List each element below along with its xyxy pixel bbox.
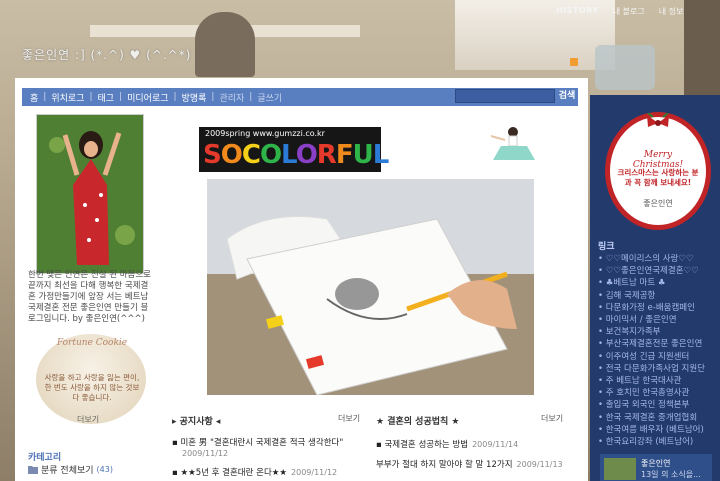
notice-post-row[interactable]: ▪ ★★5년 후 결혼대란 온다★★ 2009/11/12 bbox=[172, 466, 337, 478]
girl-figure-icon bbox=[490, 127, 535, 160]
banner-letter: O bbox=[220, 140, 243, 170]
success-post-row[interactable]: ▪ 국제결혼 성공하는 방법 2009/11/14 bbox=[376, 438, 518, 450]
success-post-title[interactable]: 국제결혼 성공하는 방법 bbox=[384, 440, 468, 450]
recent-card-name: 좋은인연 bbox=[641, 459, 671, 468]
notice-title: ▸ 공지사항 ◂ bbox=[172, 417, 221, 427]
nav-separator: | bbox=[89, 92, 93, 102]
my-info-link[interactable]: 내 정보 bbox=[659, 6, 684, 17]
category-title: 카테고리 bbox=[28, 453, 62, 463]
christmas-card-title: Merry Christmas! bbox=[632, 150, 684, 170]
banner-top-text: 2009spring www.gumzzi.co.kr bbox=[205, 129, 325, 138]
sidebar-link[interactable]: • 한국요리강좌 (베트남어) bbox=[598, 435, 693, 447]
sidebar-link[interactable]: • ♡♡좋은인연국제결혼♡♡ bbox=[598, 264, 699, 276]
success-title: ★ 결혼의 성공법칙 ★ bbox=[376, 417, 460, 427]
ribbon-icon bbox=[645, 112, 671, 133]
banner-letter: L bbox=[372, 140, 390, 170]
sidebar-link[interactable]: • 주 호치민 한국총영사관 bbox=[598, 386, 689, 398]
nav-admin[interactable]: 관리자 bbox=[219, 91, 244, 104]
banner-letter: O bbox=[295, 140, 318, 170]
nav-guestbook[interactable]: 방명록 bbox=[182, 91, 207, 104]
links-title: 링크 bbox=[598, 242, 615, 252]
notice-post-date: 2009/11/12 bbox=[182, 449, 228, 459]
fortune-cookie-text: 사랑을 하고 사랑을 잃는 편이, 한 번도 사랑을 하지 않는 것보다 좋습니… bbox=[44, 373, 140, 402]
nav-media-log[interactable]: 미디어로그 bbox=[127, 91, 168, 104]
notice-post-title[interactable]: ★★5년 후 결혼대란 온다★★ bbox=[180, 468, 287, 478]
sidebar-link[interactable]: • 부산국제결혼전문 좋은인연 bbox=[598, 337, 702, 349]
success-post-date: 2009/11/13 bbox=[516, 460, 563, 469]
notice-post-title[interactable]: 미혼 男 "결혼대란시 국제결혼 적극 생각한다" bbox=[180, 438, 343, 448]
banner-letter: R bbox=[316, 140, 337, 170]
banner-letter: O bbox=[259, 140, 282, 170]
profile-intro: 한번 맺은 인연은 진실 된 마음으로 끝까지 최선을 다해 행복한 국제결혼 … bbox=[28, 270, 151, 324]
success-post-title[interactable]: 부부가 절대 하지 말아야 할 말 12가지 bbox=[376, 460, 513, 470]
profile-painting-icon bbox=[37, 115, 143, 273]
category-all-count: (43) bbox=[96, 465, 113, 474]
folder-icon bbox=[28, 466, 38, 474]
success-title-text: 결혼의 성공법칙 bbox=[387, 417, 449, 427]
sidebar-link[interactable]: • 김해 국제공항 bbox=[598, 289, 655, 301]
nav-separator: | bbox=[249, 92, 253, 102]
recent-card-text: 13일 의 소식을... bbox=[641, 470, 701, 479]
nav-tag[interactable]: 태그 bbox=[98, 91, 115, 104]
header-photo-person bbox=[195, 12, 255, 77]
nav-separator: | bbox=[43, 92, 47, 102]
category-all[interactable]: 분류 전체보기 (43) bbox=[28, 463, 113, 476]
sidebar-link[interactable]: • ♣베트남 마트 ♣ bbox=[598, 276, 665, 288]
profile-image bbox=[36, 114, 144, 274]
sidebar-link[interactable]: • ♡♡메이리스의 사랑♡♡ bbox=[598, 252, 694, 264]
nav-separator: | bbox=[211, 92, 215, 102]
banner-letter: S bbox=[203, 140, 222, 170]
search-button[interactable]: 검색 bbox=[557, 89, 577, 103]
socolorful-banner[interactable]: 2009spring www.gumzzi.co.kr SOCOLORFUL bbox=[199, 127, 389, 172]
christmas-card-text: 크리스마스는 사랑하는 분과 꼭 함께 보내세요! bbox=[617, 168, 699, 187]
nav-write[interactable]: 글쓰기 bbox=[257, 91, 282, 104]
nav-location-log[interactable]: 위치로그 bbox=[51, 91, 84, 104]
sidebar-link[interactable]: • 전국 다문화가족사업 지원단 bbox=[598, 362, 705, 374]
nav-separator: | bbox=[119, 92, 123, 102]
success-post-date: 2009/11/14 bbox=[472, 440, 519, 449]
fortune-cookie-more[interactable]: 더보기 bbox=[77, 414, 99, 425]
nav-home[interactable]: 홈 bbox=[30, 91, 38, 104]
rss-icon[interactable] bbox=[570, 58, 578, 66]
notice-title-text: 공지사항 bbox=[179, 417, 213, 427]
sidebar-link[interactable]: • 마이믹서 / 좋은인연 bbox=[598, 313, 677, 325]
banner-letter: L bbox=[281, 140, 297, 170]
banner-letter: U bbox=[352, 140, 374, 170]
sidebar-link[interactable]: • 한국 국제결혼 중개업협회 bbox=[598, 411, 697, 423]
sidebar-link[interactable]: • 다문화가정 e-배움캠페인 bbox=[598, 301, 695, 313]
banner-girl-figure bbox=[485, 126, 545, 171]
top-links: HISTORY 내 블로그 내 정보 bbox=[556, 6, 683, 17]
sketch-photo-icon bbox=[207, 179, 534, 395]
my-blog-link[interactable]: 내 블로그 bbox=[613, 6, 645, 17]
notice-post-row[interactable]: ▪ 미혼 男 "결혼대란시 국제결혼 적극 생각한다" bbox=[172, 436, 343, 448]
category-all-label: 분류 전체보기 bbox=[41, 466, 94, 476]
christmas-card-sign: 좋은인연 bbox=[643, 199, 673, 208]
recent-card-thumbnail bbox=[604, 458, 636, 480]
sidebar-link[interactable]: • 주 베트남 한국대사관 bbox=[598, 374, 682, 386]
sidebar-link[interactable]: • 이주여성 긴급 지원센터 bbox=[598, 350, 689, 362]
sidebar-link[interactable]: • 한국여름 배우자 (베트남어) bbox=[598, 423, 704, 435]
nav-separator: | bbox=[173, 92, 177, 102]
banner-big-text: SOCOLORFUL bbox=[203, 140, 390, 170]
success-more[interactable]: 더보기 bbox=[541, 413, 563, 424]
success-post-row[interactable]: 부부가 절대 하지 말아야 할 말 12가지 2009/11/13 bbox=[376, 458, 563, 470]
ribbon-bow-icon bbox=[647, 112, 669, 127]
notice-post-date-text: 2009/11/12 bbox=[182, 449, 229, 458]
banner-letter: F bbox=[335, 140, 354, 170]
sidebar-link[interactable]: • 출입국 외국인 정책본부 bbox=[598, 398, 689, 410]
search-input[interactable] bbox=[455, 89, 555, 103]
banner-letter: C bbox=[241, 140, 261, 170]
fortune-cookie-title: Fortune Cookie bbox=[56, 338, 128, 348]
sidebar-link[interactable]: • 보건복지가족부 bbox=[598, 325, 660, 337]
sketch-photo bbox=[207, 179, 534, 395]
header-photo-machine bbox=[595, 45, 655, 90]
notice-post-date-text: 2009/11/12 bbox=[291, 468, 338, 477]
history-link[interactable]: HISTORY bbox=[556, 6, 599, 17]
blog-title[interactable]: 좋은인연 :] (*.^) ♥ (^.^*) bbox=[22, 46, 191, 63]
notice-more[interactable]: 더보기 bbox=[338, 413, 360, 424]
